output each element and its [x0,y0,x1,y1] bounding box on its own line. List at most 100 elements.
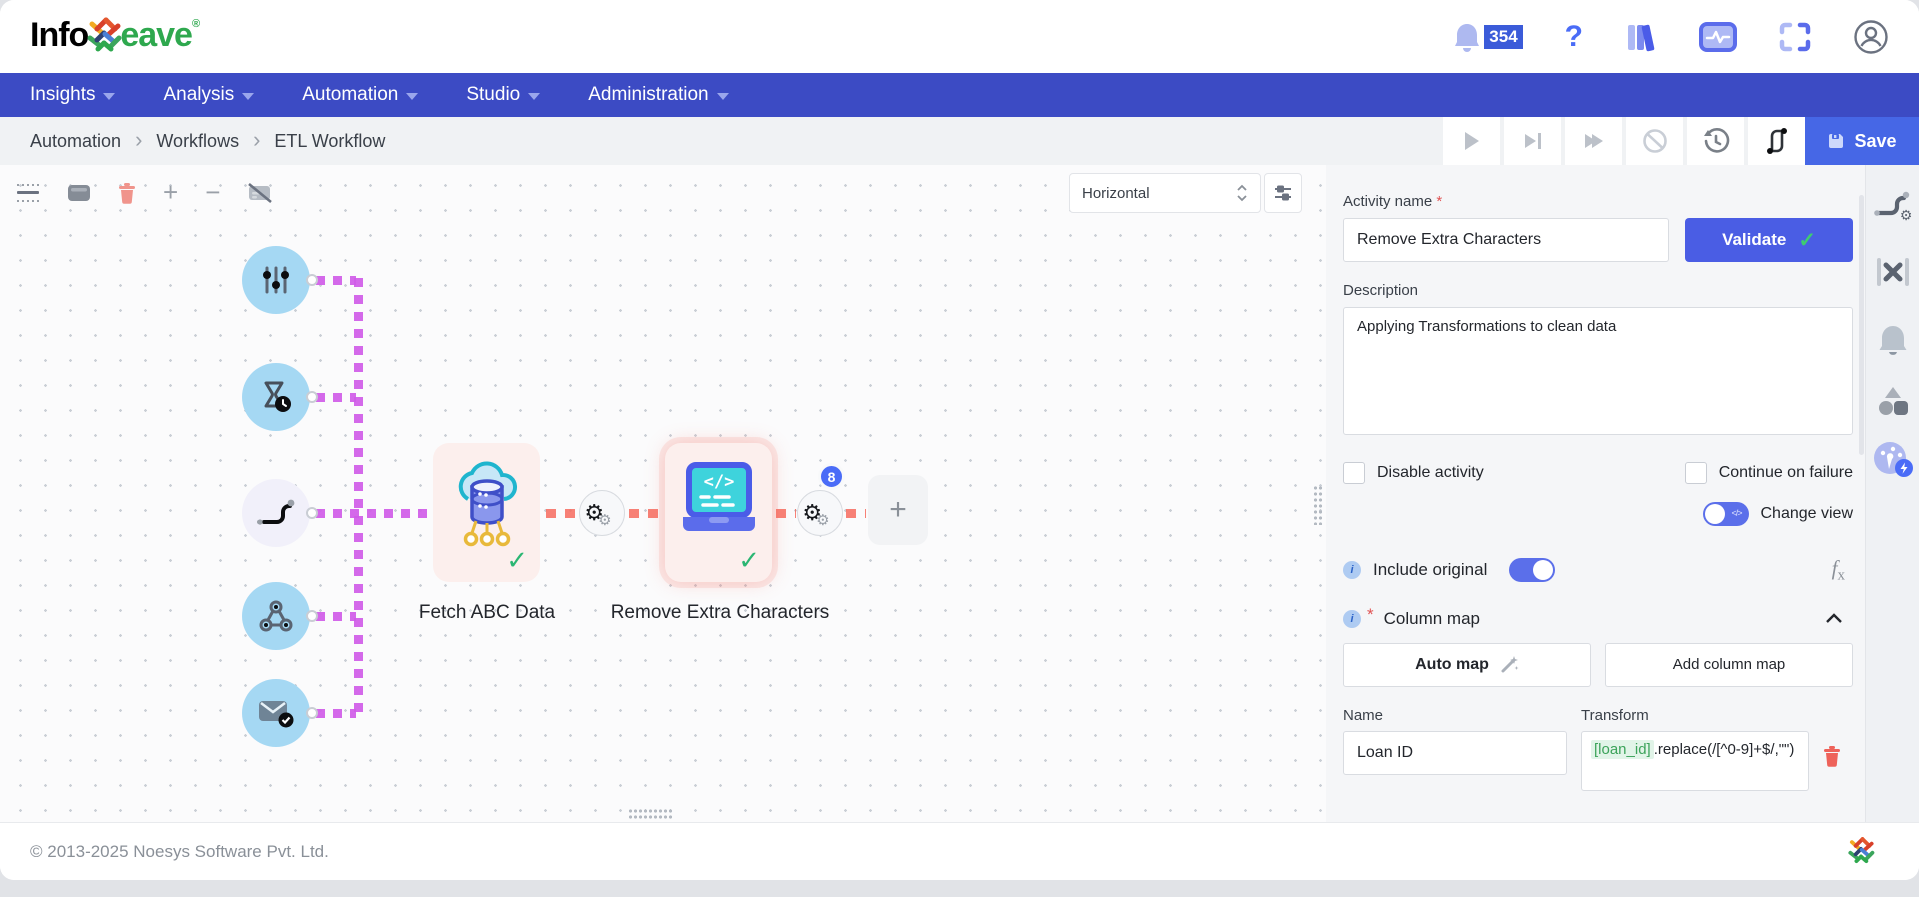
formula-fx-icon[interactable]: fx [1832,556,1845,585]
layout-direction-select[interactable]: Horizontal [1069,173,1261,213]
cloud-database-icon [448,461,526,553]
column-token: [loan_id] [1591,740,1654,759]
user-account-button[interactable] [1853,19,1889,55]
activity-name-input[interactable] [1343,218,1669,262]
auto-map-button[interactable]: Auto map [1343,643,1591,687]
history-button[interactable] [1687,117,1744,165]
logo-registered-mark: ® [192,18,199,30]
share-node[interactable] [242,582,310,650]
info-icon[interactable]: i [1343,561,1361,579]
schedule-node[interactable] [242,363,310,431]
add-column-map-button[interactable]: Add column map [1605,643,1853,687]
mail-node[interactable] [242,679,310,747]
shapes-icon[interactable] [1875,385,1911,417]
fast-run-button[interactable] [1565,117,1622,165]
sliders-icon [259,263,293,297]
step-run-button[interactable] [1504,117,1561,165]
transform-node[interactable] [242,479,310,547]
validate-button[interactable]: Validate ✓ [1685,218,1853,262]
save-button[interactable]: Save [1805,117,1919,165]
nav-item-automation[interactable]: Automation [302,84,418,106]
plus-icon: + [163,177,178,208]
info-icon[interactable]: i [1343,610,1361,628]
zoom-in-button[interactable]: + [163,177,178,208]
red-connector [546,509,577,518]
zoom-out-button[interactable]: − [205,177,220,208]
snap-grid-button[interactable] [16,183,40,203]
clear-selection-icon[interactable] [1875,257,1911,287]
panel-scrollbar[interactable] [1859,195,1864,455]
compare-versions-button[interactable] [1748,117,1805,165]
trash-icon [118,182,136,204]
fullscreen-button[interactable] [1779,22,1811,52]
nav-item-analysis[interactable]: Analysis [163,84,254,106]
node-port[interactable] [306,610,318,622]
play-icon [1465,132,1479,150]
validated-check-icon: ✓ [738,545,760,576]
node-port[interactable] [306,274,318,286]
avatar-icon [1853,19,1889,55]
disable-activity-checkbox[interactable]: Disable activity [1343,462,1484,484]
activity-card-fetch-abc-data[interactable]: ✓ [433,443,540,582]
stop-button[interactable] [1626,117,1683,165]
app-window: Info eave ® [0,0,1919,880]
node-label-remove-extra-characters: Remove Extra Characters [563,602,877,624]
connector-stub [316,509,430,518]
run-button[interactable] [1443,117,1500,165]
breadcrumb-workflows[interactable]: Workflows [156,131,239,152]
configure-node[interactable] [242,246,310,314]
workflow-canvas[interactable]: + − Horizontal [0,165,1326,822]
activity-monitor-button[interactable] [1699,22,1737,52]
connector-stub [316,393,356,402]
transform-step-node[interactable]: ⚙ ⚙ [797,490,843,536]
node-port[interactable] [306,507,318,519]
connector-trunk [354,278,363,720]
main-navigation: Insights Analysis Automation Studio Admi… [0,73,1919,117]
delete-column-map-button[interactable] [1823,745,1841,772]
checkbox-icon[interactable] [1685,462,1707,484]
performance-gauge-icon[interactable] [1871,439,1915,479]
add-activity-button[interactable]: + [868,475,928,545]
red-connector [776,509,796,518]
magic-wand-icon [1499,655,1519,675]
plus-icon: + [889,493,907,527]
nav-item-studio[interactable]: Studio [466,84,540,106]
top-header: Info eave ® [0,0,1919,73]
notifications-button[interactable]: 354 [1452,21,1522,53]
nav-item-administration[interactable]: Administration [588,84,728,106]
transform-step-node[interactable]: ⚙ ⚙ [579,490,625,536]
nav-item-insights[interactable]: Insights [30,84,115,106]
description-textarea[interactable]: Applying Transformations to clean data [1343,307,1853,435]
code-laptop-icon: </> [677,461,761,541]
chevron-up-icon[interactable] [1825,613,1843,624]
card-view-button[interactable] [67,184,91,202]
panel-resize-handle[interactable] [1313,485,1324,525]
workflow-settings-icon[interactable]: ⚙ [1873,189,1913,223]
checkbox-icon[interactable] [1343,462,1365,484]
node-port[interactable] [306,707,318,719]
red-connector [629,509,663,518]
layout-settings-button[interactable] [1264,173,1302,213]
include-original-label: Include original [1373,560,1487,580]
breadcrumb-automation[interactable]: Automation [30,131,121,152]
change-view-toggle[interactable]: </> [1703,502,1749,526]
continue-on-failure-checkbox[interactable]: Continue on failure [1685,462,1853,484]
svg-text:</>: </> [703,472,734,492]
delete-node-button[interactable] [118,182,136,204]
canvas-resize-handle[interactable] [628,808,674,819]
hide-cards-button[interactable] [247,183,273,203]
transform-expression-input[interactable]: [loan_id].replace(/[^0-9]+$/,"") [1581,731,1809,791]
breadcrumb-separator: › [253,127,260,153]
include-original-toggle[interactable] [1509,558,1555,582]
logo-text-eave: eave [120,16,192,55]
minus-icon: − [205,177,220,208]
svg-text:⚙: ⚙ [1899,207,1912,223]
help-button[interactable]: ? [1565,22,1583,52]
panel-bell-icon[interactable] [1876,323,1910,359]
node-port[interactable] [306,391,318,403]
library-button[interactable] [1625,21,1657,53]
activity-card-remove-extra-characters[interactable]: </> ✓ [665,443,772,582]
column-name-input[interactable] [1343,731,1567,775]
infoweave-logo[interactable]: Info eave ® [30,16,199,58]
activity-properties-panel: Activity name * Validate ✓ Description A… [1326,165,1865,822]
